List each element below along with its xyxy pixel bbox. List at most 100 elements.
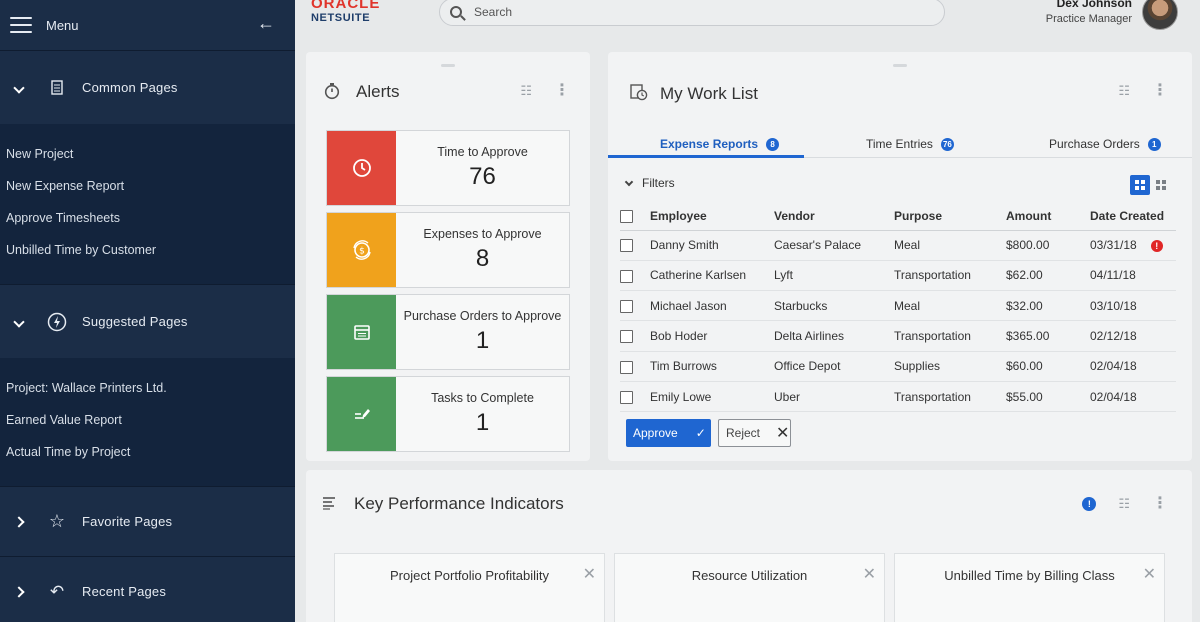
table-row[interactable]: Catherine Karlsen Lyft Transportation $6… — [620, 260, 1176, 292]
chevron-down-icon[interactable] — [12, 80, 26, 95]
tab-badge: 76 — [940, 137, 954, 151]
cell-vendor: Office Depot — [774, 351, 894, 382]
user-name: Dex Johnson — [1056, 0, 1132, 10]
approve-button[interactable]: Approve ✓ — [626, 419, 711, 447]
alert-tasks-to-complete[interactable]: Tasks to Complete 1 — [326, 376, 570, 452]
search-bar[interactable] — [439, 0, 945, 26]
table-row[interactable]: Danny Smith Caesar's Palace Meal $800.00… — [620, 230, 1176, 261]
alert-label: Time to Approve — [437, 145, 528, 159]
settings-sliders-icon[interactable]: ☷ — [1118, 83, 1130, 99]
netsuite-logo[interactable]: ORACLE NETSUITE — [311, 0, 380, 24]
table-header-row: Employee Vendor Purpose Amount Date Crea… — [620, 202, 1176, 231]
section-common-pages[interactable]: Common Pages — [0, 50, 295, 124]
cell-date: 02/12/18 — [1090, 320, 1176, 352]
clock-list-icon — [630, 84, 648, 105]
alert-time-to-approve[interactable]: Time to Approve 76 — [326, 130, 570, 206]
alert-count: 76 — [469, 163, 496, 190]
tab-purchase-orders[interactable]: Purchase Orders 1 — [1049, 132, 1161, 156]
filters-label: Filters — [642, 176, 675, 190]
collapse-arrow-icon[interactable]: ← — [257, 13, 275, 34]
search-icon — [450, 6, 462, 18]
cell-employee: Emily Lowe — [650, 381, 774, 413]
search-input[interactable] — [474, 5, 894, 19]
sidebar-link[interactable]: New Expense Report — [6, 170, 295, 202]
more-vertical-icon[interactable]: ⋮ — [1152, 83, 1168, 99]
reject-button[interactable]: Reject ✕ — [718, 419, 791, 447]
info-icon[interactable]: ! — [1082, 497, 1097, 511]
user-info[interactable]: Dex Johnson Practice Manager — [1046, 0, 1132, 25]
tab-expense-reports[interactable]: Expense Reports 8 — [660, 132, 780, 156]
row-checkbox[interactable] — [620, 269, 633, 283]
cell-employee: Danny Smith — [650, 230, 774, 261]
column-header[interactable]: Employee — [650, 202, 774, 231]
table-row[interactable]: Emily Lowe Uber Transportation $55.00 02… — [620, 381, 1176, 413]
close-icon[interactable]: ✕ — [863, 564, 876, 584]
cell-date: 04/11/18 — [1090, 260, 1176, 292]
more-vertical-icon[interactable]: ⋮ — [554, 83, 570, 99]
sidebar-link[interactable]: Actual Time by Project — [6, 436, 295, 468]
cell-date: 02/04/18 — [1090, 381, 1176, 413]
chevron-down-icon[interactable] — [12, 314, 26, 329]
cell-amount: $800.00 — [1006, 230, 1090, 261]
table-row[interactable]: Michael Jason Starbucks Meal $32.00 03/1… — [620, 290, 1176, 322]
row-checkbox[interactable] — [620, 299, 633, 313]
column-header[interactable]: Amount — [1006, 202, 1090, 231]
cell-vendor: Starbucks — [774, 290, 894, 322]
cell-vendor: Delta Airlines — [774, 320, 894, 352]
warning-icon[interactable]: ! — [1150, 239, 1163, 252]
more-vertical-icon[interactable]: ⋮ — [1152, 496, 1168, 512]
section-favorite-pages[interactable]: ☆ Favorite Pages — [0, 486, 295, 556]
cell-amount: $365.00 — [1006, 320, 1090, 352]
drag-handle[interactable] — [893, 64, 907, 67]
row-checkbox[interactable] — [620, 239, 633, 253]
tile-view-button[interactable] — [1151, 175, 1171, 195]
row-checkbox[interactable] — [620, 390, 633, 404]
tab-time-entries[interactable]: Time Entries 76 — [866, 132, 954, 156]
sidebar-link[interactable]: Project: Wallace Printers Ltd. — [6, 372, 295, 404]
column-header[interactable]: Vendor — [774, 202, 894, 231]
chevron-right-icon[interactable] — [12, 584, 26, 599]
sidebar: Menu ← Common Pages New Project New Expe… — [0, 0, 295, 622]
list-view-button[interactable] — [1130, 175, 1150, 195]
section-recent-pages[interactable]: ↶ Recent Pages — [0, 556, 295, 622]
select-all-checkbox[interactable] — [620, 209, 633, 223]
cell-purpose: Meal — [894, 230, 1006, 261]
lightning-icon — [46, 311, 68, 333]
table-row[interactable]: Bob Hoder Delta Airlines Transportation … — [620, 320, 1176, 352]
alert-purchase-orders-to-approve[interactable]: Purchase Orders to Approve 1 — [326, 294, 570, 370]
filters-toggle[interactable]: Filters — [624, 176, 675, 190]
section-title: Favorite Pages — [82, 514, 173, 529]
sidebar-link[interactable]: Earned Value Report — [6, 404, 295, 436]
alerts-card: Alerts ☷ ⋮ Time to Approve 76 $ Expenses… — [306, 52, 590, 461]
column-header[interactable]: Date Created — [1090, 202, 1176, 231]
kpi-tile-resource-utilization[interactable]: Resource Utilization ✕ — [614, 553, 885, 622]
calendar-icon — [327, 295, 396, 369]
row-checkbox[interactable] — [620, 360, 633, 374]
sidebar-link[interactable]: New Project — [6, 138, 295, 170]
cell-amount: $60.00 — [1006, 351, 1090, 382]
worklist-card: My Work List ☷ ⋮ Expense Reports 8 Time … — [608, 52, 1192, 461]
column-header[interactable]: Purpose — [894, 202, 1006, 231]
section-suggested-pages[interactable]: Suggested Pages — [0, 284, 295, 358]
close-icon[interactable]: ✕ — [1143, 564, 1156, 584]
grid-icon — [1156, 180, 1166, 190]
close-icon: ✕ — [776, 425, 790, 442]
sidebar-link[interactable]: Unbilled Time by Customer — [6, 234, 295, 266]
close-icon[interactable]: ✕ — [583, 564, 596, 584]
kpi-tile-project-portfolio-profitability[interactable]: Project Portfolio Profitability ✕ — [334, 553, 605, 622]
sidebar-link[interactable]: Approve Timesheets — [6, 202, 295, 234]
row-checkbox[interactable] — [620, 330, 633, 344]
settings-sliders-icon[interactable]: ☷ — [520, 83, 532, 99]
tab-label: Time Entries — [866, 137, 933, 151]
kpi-tile-unbilled-time-by-billing-class[interactable]: Unbilled Time by Billing Class ✕ — [894, 553, 1165, 622]
settings-sliders-icon[interactable]: ☷ — [1118, 496, 1130, 512]
section-title: Suggested Pages — [82, 314, 188, 329]
avatar[interactable] — [1142, 0, 1178, 30]
alert-expenses-to-approve[interactable]: $ Expenses to Approve 8 — [326, 212, 570, 288]
chevron-right-icon[interactable] — [12, 514, 26, 529]
drag-handle[interactable] — [441, 64, 455, 67]
hamburger-icon[interactable] — [10, 17, 32, 33]
clock-icon — [327, 131, 396, 205]
table-row[interactable]: Tim Burrows Office Depot Supplies $60.00… — [620, 351, 1176, 382]
coin-icon: $ — [327, 213, 396, 287]
